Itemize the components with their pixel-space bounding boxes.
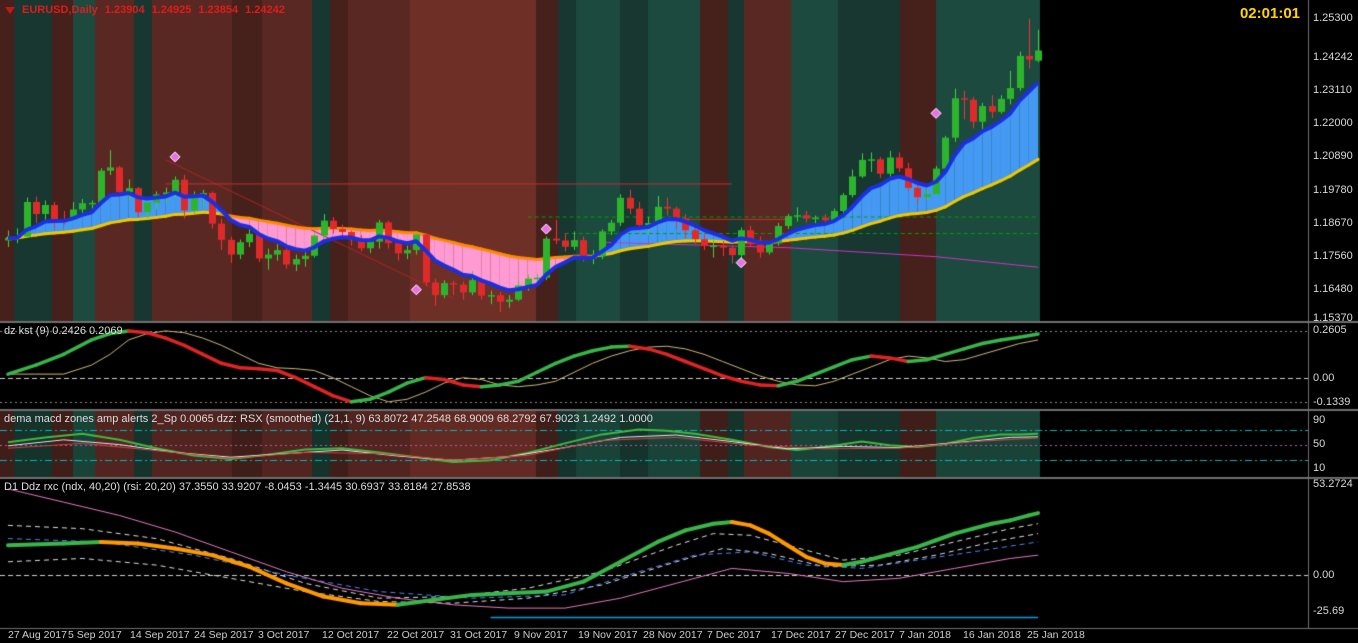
price-axis-label: 1.20890 xyxy=(1313,150,1353,162)
pane-separator[interactable] xyxy=(0,408,1358,411)
date-axis-label: 28 Nov 2017 xyxy=(643,629,703,641)
ddz-pane-label: D1 Ddz rxc (ndx, 40,20) (rsi: 20,20) 37.… xyxy=(4,481,471,493)
date-axis-label: 27 Dec 2017 xyxy=(835,629,895,641)
macd-zones-pane-label: dema macd zones amp alerts 2_Sp 0.0065 d… xyxy=(4,413,653,425)
price-axis-label: 1.23110 xyxy=(1313,84,1352,96)
kst-axis-label: 0.2605 xyxy=(1313,324,1347,336)
candle-countdown-timer: 02:01:01 xyxy=(1239,5,1300,22)
ohlc-low: 1.23854 xyxy=(198,4,239,16)
kst-axis-label: -0.1339 xyxy=(1313,396,1351,408)
time-axis[interactable]: 27 Aug 2017 5 Sep 2017 14 Sep 2017 24 Sep 2… xyxy=(0,629,1310,643)
chart-header: EURUSD,Daily 1.23904 1.24925 1.23854 1.2… xyxy=(5,4,285,16)
date-axis-label: 24 Sep 2017 xyxy=(194,629,254,641)
date-axis-label: 12 Oct 2017 xyxy=(322,629,380,641)
price-axis-label: 1.17560 xyxy=(1313,250,1353,262)
one-click-trading-arrow-icon[interactable] xyxy=(5,6,15,14)
date-axis-label: 25 Jan 2018 xyxy=(1027,629,1085,641)
ddz-axis-label: 53.2724 xyxy=(1313,478,1353,490)
price-axis[interactable]: 1.25300 1.24242 1.23110 1.22000 1.20890 1.197… xyxy=(1310,0,1358,629)
date-axis-label: 31 Oct 2017 xyxy=(450,629,508,641)
date-axis-label: 14 Sep 2017 xyxy=(130,629,190,641)
chart-window: EURUSD,Daily 1.23904 1.24925 1.23854 1.2… xyxy=(0,0,1358,643)
ddz-axis-label: -25.69 xyxy=(1313,605,1345,617)
price-axis-label: 1.24242 xyxy=(1313,51,1353,63)
price-axis-label: 1.19780 xyxy=(1313,184,1353,196)
date-axis-label: 3 Oct 2017 xyxy=(258,629,310,641)
date-axis-label: 16 Jan 2018 xyxy=(963,629,1021,641)
price-axis-label: 1.18670 xyxy=(1313,217,1353,229)
date-axis-label: 7 Jan 2018 xyxy=(899,629,951,641)
pane-separator[interactable] xyxy=(0,476,1358,479)
date-axis-label: 9 Nov 2017 xyxy=(514,629,568,641)
symbol-title: EURUSD,Daily xyxy=(22,4,98,16)
ohlc-close: 1.24242 xyxy=(245,4,285,16)
kst-pane-label: dz kst (9) 0.2426 0.2069 xyxy=(4,325,123,337)
date-axis-label: 27 Aug 2017 xyxy=(8,629,67,641)
date-axis-label: 22 Oct 2017 xyxy=(387,629,445,641)
price-axis-label: 1.16480 xyxy=(1313,283,1353,295)
date-axis-label: 17 Dec 2017 xyxy=(771,629,831,641)
date-axis-label: 19 Nov 2017 xyxy=(578,629,638,641)
date-axis-label: 7 Dec 2017 xyxy=(707,629,761,641)
date-axis-label: 5 Sep 2017 xyxy=(68,629,122,641)
ohlc-open: 1.23904 xyxy=(104,4,145,16)
macd-zones-axis-label: 10 xyxy=(1313,462,1326,474)
price-axis-label: 1.25300 xyxy=(1313,12,1353,24)
ohlc-high: 1.24925 xyxy=(151,4,192,16)
price-axis-label: 1.22000 xyxy=(1313,117,1353,129)
kst-axis-label: 0.00 xyxy=(1313,372,1335,384)
pane-separator[interactable] xyxy=(0,320,1358,323)
macd-zones-axis-label: 90 xyxy=(1313,414,1326,426)
ddz-axis-label: 0.00 xyxy=(1313,569,1335,581)
macd-zones-axis-label: 50 xyxy=(1313,438,1326,450)
